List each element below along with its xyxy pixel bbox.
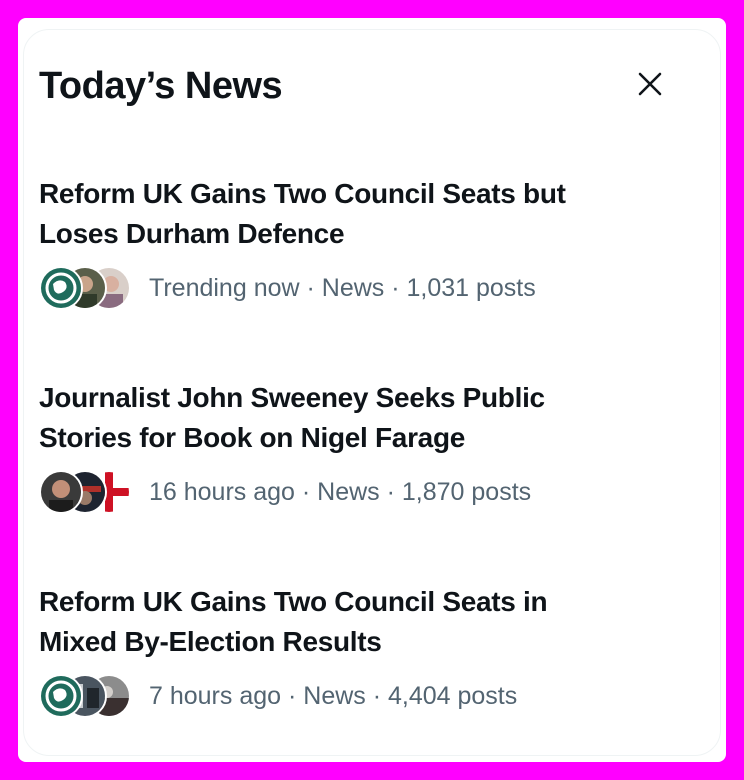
news-meta: 16 hours ago · News · 1,870 posts	[39, 470, 659, 514]
avatar	[39, 674, 83, 718]
close-button[interactable]	[630, 64, 670, 104]
avatar-stack	[39, 674, 133, 718]
panel-title: Today’s News	[39, 65, 283, 107]
news-headline: Reform UK Gains Two Council Seats in Mix…	[39, 582, 659, 662]
news-meta-text: 7 hours ago · News · 4,404 posts	[149, 681, 518, 710]
avatar-stack	[39, 470, 133, 514]
avatar-stack	[39, 266, 133, 310]
news-headline-line: Reform UK Gains Two Council Seats but	[39, 178, 566, 209]
news-meta: 7 hours ago · News · 4,404 posts	[39, 674, 659, 718]
news-headline-line: Loses Durham Defence	[39, 218, 345, 249]
news-item[interactable]: Reform UK Gains Two Council Seats in Mix…	[39, 582, 659, 718]
close-icon	[638, 72, 662, 96]
news-headline-line: Reform UK Gains Two Council Seats in	[39, 586, 548, 617]
news-headline-line: Stories for Book on Nigel Farage	[39, 422, 466, 453]
news-meta: Trending now · News · 1,031 posts	[39, 266, 659, 310]
avatar	[39, 470, 83, 514]
news-item[interactable]: Reform UK Gains Two Council Seats but Lo…	[39, 174, 659, 310]
avatar	[39, 266, 83, 310]
news-meta-text: Trending now · News · 1,031 posts	[149, 273, 536, 302]
news-headline: Reform UK Gains Two Council Seats but Lo…	[39, 174, 659, 254]
news-meta-text: 16 hours ago · News · 1,870 posts	[149, 477, 532, 506]
news-headline: Journalist John Sweeney Seeks Public Sto…	[39, 378, 659, 458]
news-headline-line: Journalist John Sweeney Seeks Public	[39, 382, 545, 413]
news-item[interactable]: Journalist John Sweeney Seeks Public Sto…	[39, 378, 659, 514]
news-headline-line: Mixed By-Election Results	[39, 626, 382, 657]
